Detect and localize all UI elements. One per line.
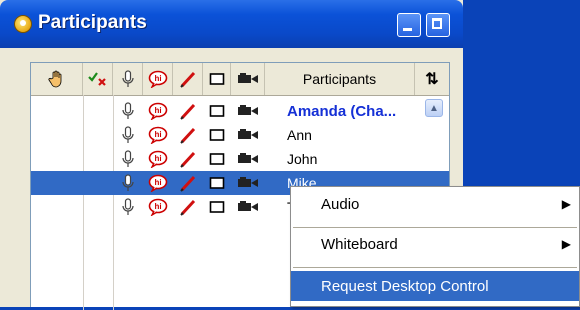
pen-icon	[180, 127, 196, 144]
participant-name: Amanda (Cha...	[287, 102, 397, 120]
participants-column-header[interactable]: Participants	[265, 63, 415, 95]
screen-icon	[209, 105, 225, 117]
screen-icon	[209, 73, 224, 85]
microphone-icon	[122, 102, 134, 119]
cam-status-cell[interactable]	[231, 147, 265, 171]
screen-status-cell[interactable]	[203, 147, 231, 171]
hand-icon	[48, 70, 61, 88]
pen-status-cell[interactable]	[173, 147, 203, 171]
chat-bubble-icon: hi	[148, 198, 168, 216]
context-menu: Audio ▶ Whiteboard ▶ Request Desktop Con…	[290, 186, 580, 307]
video-camera-icon	[238, 177, 258, 187]
pen-icon	[180, 151, 196, 168]
video-camera-icon	[238, 129, 258, 139]
video-camera-icon	[238, 153, 258, 163]
mic-status-cell[interactable]	[113, 99, 143, 123]
chat-status-cell[interactable]: hi	[143, 195, 173, 219]
svg-text:hi: hi	[154, 106, 161, 115]
mic-status-cell[interactable]	[113, 123, 143, 147]
title-bar[interactable]: Participants	[0, 0, 463, 48]
screen-icon	[209, 153, 225, 165]
microphone-icon	[122, 126, 134, 143]
pen-icon	[180, 103, 196, 120]
cam-status-cell[interactable]	[231, 123, 265, 147]
sort-icon: ⇅	[425, 71, 439, 88]
video-camera-icon	[238, 201, 258, 211]
chat-status-cell[interactable]: hi	[143, 99, 173, 123]
submenu-arrow-icon: ▶	[561, 197, 571, 211]
app-icon	[14, 15, 32, 33]
screen-status-cell[interactable]	[203, 171, 231, 195]
chat-bubble-icon: hi	[148, 70, 167, 88]
svg-text:hi: hi	[154, 202, 161, 211]
cam-status-cell[interactable]	[231, 171, 265, 195]
microphone-icon	[121, 70, 134, 87]
chat-status-cell[interactable]: hi	[143, 147, 173, 171]
chat-status-cell[interactable]: hi	[143, 171, 173, 195]
microphone-icon	[122, 150, 134, 167]
video-column[interactable]	[231, 63, 265, 95]
participant-name: John	[287, 151, 318, 167]
pen-status-cell[interactable]	[173, 99, 203, 123]
chat-bubble-icon: hi	[148, 126, 168, 144]
participants-window: Participants hi Participants ⇅ hi Amanda…	[0, 0, 580, 310]
cam-status-cell[interactable]	[231, 99, 265, 123]
svg-text:hi: hi	[154, 130, 161, 139]
sort-button[interactable]: ⇅	[415, 63, 449, 95]
pen-status-cell[interactable]	[173, 171, 203, 195]
screen-icon	[209, 201, 225, 213]
scroll-up-button[interactable]: ▲	[425, 99, 443, 117]
screen-status-cell[interactable]	[203, 195, 231, 219]
audio-column[interactable]	[113, 63, 143, 95]
list-header: hi Participants ⇅	[31, 63, 449, 96]
microphone-icon	[122, 174, 134, 191]
cam-status-cell[interactable]	[231, 195, 265, 219]
yes-no-column[interactable]	[83, 63, 113, 95]
participant-row[interactable]: hi John	[31, 147, 449, 171]
mic-status-cell[interactable]	[113, 171, 143, 195]
check-x-icon	[87, 72, 106, 86]
chat-column[interactable]: hi	[143, 63, 173, 95]
mic-status-cell[interactable]	[113, 195, 143, 219]
menu-item-whiteboard[interactable]: Whiteboard ▶	[291, 229, 579, 259]
video-camera-icon	[237, 73, 258, 83]
pen-status-cell[interactable]	[173, 123, 203, 147]
svg-text:hi: hi	[154, 178, 161, 187]
menu-item-audio[interactable]: Audio ▶	[291, 189, 579, 219]
participant-name: Ann	[287, 127, 312, 143]
video-camera-icon	[238, 105, 258, 115]
screen-status-cell[interactable]	[203, 99, 231, 123]
menu-item-request-desktop-control[interactable]: Request Desktop Control	[291, 271, 579, 301]
pen-icon	[179, 71, 195, 88]
microphone-icon	[122, 198, 134, 215]
pen-icon	[180, 199, 196, 216]
chat-bubble-icon: hi	[148, 150, 168, 168]
pen-icon	[180, 175, 196, 192]
screen-icon	[209, 177, 225, 189]
screen-status-cell[interactable]	[203, 123, 231, 147]
chat-bubble-icon: hi	[148, 174, 168, 192]
svg-text:hi: hi	[154, 154, 161, 163]
pen-status-cell[interactable]	[173, 195, 203, 219]
participant-row[interactable]: hi Ann	[31, 123, 449, 147]
svg-text:hi: hi	[154, 74, 161, 83]
annotation-column[interactable]	[173, 63, 203, 95]
minimize-button[interactable]	[397, 13, 421, 37]
participant-row[interactable]: hi Amanda (Cha...	[31, 99, 449, 123]
screen-column[interactable]	[203, 63, 231, 95]
submenu-arrow-icon: ▶	[561, 237, 571, 251]
chat-bubble-icon: hi	[148, 102, 168, 120]
menu-separator	[293, 227, 577, 228]
raise-hand-column[interactable]	[31, 63, 83, 95]
chat-status-cell[interactable]: hi	[143, 123, 173, 147]
menu-separator	[293, 267, 577, 268]
maximize-button[interactable]	[426, 13, 450, 37]
mic-status-cell[interactable]	[113, 147, 143, 171]
screen-icon	[209, 129, 225, 141]
window-title: Participants	[38, 12, 147, 33]
